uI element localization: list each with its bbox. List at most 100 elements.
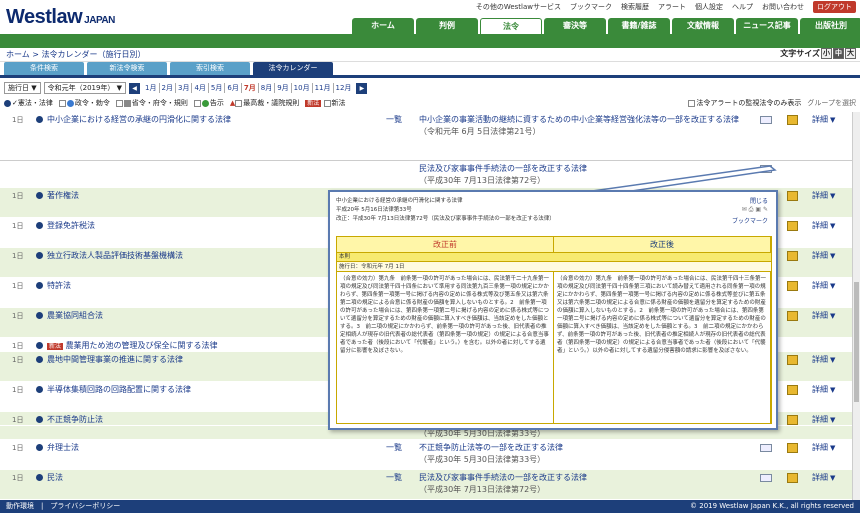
filter-laws[interactable]: ✓憲法・法律	[4, 98, 53, 108]
filter-rules[interactable]: 省令・府令・規則	[115, 98, 188, 108]
compare-table-icon[interactable]	[787, 115, 798, 125]
law-title-link[interactable]: 中小企業における経営の承継の円滑化に関する法律	[36, 114, 231, 125]
compare-table-icon[interactable]	[787, 281, 798, 291]
env-link[interactable]: 動作環境	[6, 502, 34, 510]
bookmark-link[interactable]: ブックマーク	[570, 2, 612, 12]
law-title-link[interactable]: 著作権法	[36, 190, 79, 201]
month-5[interactable]: 5月	[207, 83, 224, 93]
amending-law-link[interactable]: 民法及び家事事件手続法の一部を改正する法律 （平成30年 7月13日法律第72号）	[419, 472, 749, 496]
amending-law-link[interactable]: 中小企業の事業活動の継続に資するための中小企業等経営強化法等の一部を改正する法律…	[419, 114, 749, 138]
detail-button[interactable]: 詳細	[812, 310, 835, 321]
compare-table-icon[interactable]	[787, 355, 798, 365]
nav-laws[interactable]: 法令	[480, 18, 542, 34]
nav-literature[interactable]: 文献情報	[672, 18, 734, 34]
nav-home[interactable]: ホーム	[352, 18, 414, 34]
date-type-select[interactable]: 施行日 ▼	[4, 82, 41, 94]
law-title-link[interactable]: 農業協同組合法	[36, 310, 103, 321]
detail-button[interactable]: 詳細	[812, 114, 835, 125]
alert-filter[interactable]: 法令アラートの監視法令のみ表示	[688, 98, 801, 108]
font-small-button[interactable]: 小	[821, 48, 832, 59]
popup-tool-icons[interactable]: ✉ ⎙ ▣ ✎	[742, 206, 768, 214]
filter-orders[interactable]: 政令・勅令	[58, 98, 110, 108]
note-icon[interactable]	[760, 116, 772, 124]
law-title-link[interactable]: 農地中間管理事業の推進に関する法律	[36, 354, 183, 365]
detail-button[interactable]: 詳細	[812, 384, 835, 395]
detail-button[interactable]: 詳細	[812, 354, 835, 365]
month-8[interactable]: 8月	[257, 83, 274, 93]
nav-news[interactable]: ニュース記事	[736, 18, 798, 34]
law-title-link[interactable]: 不正競争防止法	[36, 414, 103, 425]
privacy-link[interactable]: プライバシーポリシー	[50, 502, 120, 510]
law-title-link[interactable]: 民法	[36, 472, 63, 483]
detail-button[interactable]: 詳細	[812, 220, 835, 231]
month-7[interactable]: 7月	[240, 83, 258, 93]
detail-button[interactable]: 詳細	[812, 414, 835, 425]
month-6[interactable]: 6月	[224, 83, 240, 93]
list-link[interactable]: 一覧	[386, 114, 402, 125]
tab-condition-search[interactable]: 条件検索	[4, 62, 84, 75]
compare-table-icon[interactable]	[787, 443, 798, 453]
list-link[interactable]: 一覧	[386, 442, 402, 453]
detail-button[interactable]: 詳細	[812, 442, 835, 453]
compare-table-icon[interactable]	[787, 251, 798, 261]
filter-new-law[interactable]: 新法 新法	[305, 98, 346, 108]
amending-law-link[interactable]: 不正競争防止法等の一部を改正する法律 （平成30年 5月30日法律第33号）	[419, 442, 749, 466]
law-title-link[interactable]: 独立行政法人製品評価技術基盤機構法	[36, 250, 183, 261]
compare-table-icon[interactable]	[787, 311, 798, 321]
group-select[interactable]: グループを選択	[807, 98, 856, 108]
month-9[interactable]: 9月	[274, 83, 290, 93]
nav-books[interactable]: 書籍/雑誌	[608, 18, 670, 34]
list-link[interactable]: 一覧	[386, 472, 402, 483]
alert-link[interactable]: アラート	[658, 2, 686, 12]
month-12[interactable]: 12月	[332, 83, 354, 93]
settings-link[interactable]: 個人設定	[695, 2, 723, 12]
filter-notices[interactable]: 告示	[193, 98, 224, 108]
compare-table-icon[interactable]	[787, 415, 798, 425]
law-title-link[interactable]: 特許法	[36, 280, 71, 291]
nav-bar	[0, 34, 860, 48]
tab-index-search[interactable]: 索引検索	[170, 62, 250, 75]
month-10[interactable]: 10月	[290, 83, 312, 93]
month-2[interactable]: 2月	[158, 83, 175, 93]
help-link[interactable]: ヘルプ	[732, 2, 753, 12]
compare-table-icon[interactable]	[787, 473, 798, 483]
detail-button[interactable]: 詳細	[812, 472, 835, 483]
note-icon[interactable]	[760, 474, 772, 482]
contact-link[interactable]: お問い合わせ	[762, 2, 804, 12]
month-1[interactable]: 1月	[143, 83, 158, 93]
font-large-button[interactable]: 大	[845, 48, 856, 59]
tab-law-calendar[interactable]: 法令カレンダー	[253, 62, 333, 75]
scrollbar[interactable]	[852, 112, 860, 500]
month-11[interactable]: 11月	[311, 83, 333, 93]
law-title-link[interactable]: 新法 農業用ため池の管理及び保全に関する法律	[36, 340, 218, 351]
nav-decisions[interactable]: 審決等	[544, 18, 606, 34]
compare-table-icon[interactable]	[787, 191, 798, 201]
popup-bookmark-link[interactable]: ブックマーク	[732, 216, 768, 225]
compare-table-icon[interactable]	[787, 221, 798, 231]
history-link[interactable]: 検索履歴	[621, 2, 649, 12]
tab-new-law-search[interactable]: 新法令検索	[87, 62, 167, 75]
detail-button[interactable]: 詳細	[812, 280, 835, 291]
detail-button[interactable]: 詳細	[812, 250, 835, 261]
note-icon[interactable]	[760, 444, 772, 452]
month-3[interactable]: 3月	[174, 83, 191, 93]
year-select[interactable]: 令和元年（2019年） ▼	[43, 82, 127, 94]
prev-month-button[interactable]: ◀	[129, 82, 141, 94]
filter-court-rules[interactable]: ▲ 最高裁・議院規則	[230, 98, 299, 108]
scrollbar-thumb[interactable]	[854, 282, 859, 402]
law-title-link[interactable]: 半導体集積回路の回路配置に関する法律	[36, 384, 191, 395]
breadcrumb-home[interactable]: ホーム	[6, 50, 30, 59]
month-4[interactable]: 4月	[191, 83, 207, 93]
logout-button[interactable]: ログアウト	[813, 1, 856, 13]
law-title-link[interactable]: 登録免許税法	[36, 220, 95, 231]
other-services-link[interactable]: その他のWestlawサービス	[476, 2, 561, 12]
law-title-link[interactable]: 弁理士法	[36, 442, 79, 453]
nav-publishers[interactable]: 出版社別	[800, 18, 860, 34]
detail-button[interactable]: 詳細	[812, 190, 835, 201]
font-mid-button[interactable]: 中	[833, 48, 844, 59]
popup-close-button[interactable]: 閉じる	[750, 196, 768, 205]
nav-cases[interactable]: 判例	[416, 18, 478, 34]
westlaw-logo[interactable]: Westlaw JAPAN	[6, 6, 115, 29]
compare-table-icon[interactable]	[787, 385, 798, 395]
next-month-button[interactable]: ▶	[356, 82, 368, 94]
